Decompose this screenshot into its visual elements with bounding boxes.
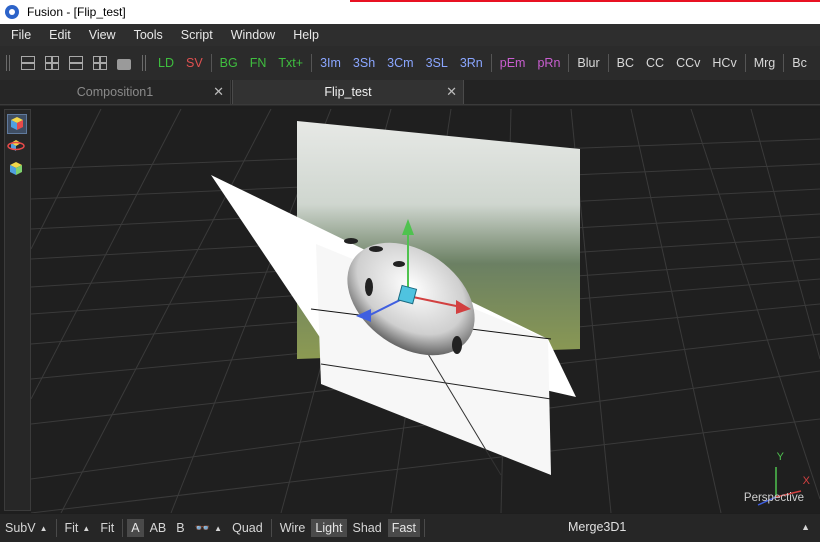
viewer-side-toolbar	[4, 109, 31, 511]
tool-button-txt[interactable]: Txt+	[272, 56, 309, 70]
tool-button-bc[interactable]: Bc	[786, 56, 813, 70]
window-title: Fusion - [Flip_test]	[27, 5, 126, 19]
layout-quad-icon[interactable]	[45, 56, 59, 70]
fusion-logo-icon	[5, 5, 19, 19]
subview-label: SubV	[5, 521, 36, 535]
triangle-up-icon: ▲	[82, 523, 91, 533]
toolbar-separator	[607, 54, 609, 72]
tool-button-3rn[interactable]: 3Rn	[454, 56, 489, 70]
divider	[270, 519, 272, 537]
cube-icon[interactable]	[7, 114, 27, 134]
shadow-toggle[interactable]: Shad	[349, 519, 386, 537]
buffer-a-button[interactable]: A	[127, 519, 144, 537]
tool-button-3im[interactable]: 3Im	[314, 56, 347, 70]
view-type-label[interactable]: Perspective	[744, 492, 804, 504]
light-toggle[interactable]: Light	[311, 519, 347, 537]
object-light-icon[interactable]	[7, 160, 27, 180]
tab-flip-test[interactable]: Flip_test ✕	[232, 80, 464, 104]
print-icon[interactable]	[117, 58, 131, 70]
fit-menu-button[interactable]: Fit ▲	[61, 519, 95, 537]
tool-button-3sh[interactable]: 3Sh	[347, 56, 381, 70]
tool-button-pem[interactable]: pEm	[494, 56, 532, 70]
menu-edit[interactable]: Edit	[38, 28, 78, 42]
menu-tools[interactable]: Tools	[123, 28, 170, 42]
toolbar-separator	[490, 54, 492, 72]
menu-file[interactable]: File	[0, 28, 38, 42]
menu-bar: File Edit View Tools Script Window Help	[0, 24, 820, 46]
tool-button-bg[interactable]: BG	[214, 56, 244, 70]
buffer-b-button[interactable]: B	[172, 519, 188, 537]
divider	[424, 519, 426, 537]
viewer-panel: Y X Perspective	[0, 106, 820, 514]
tool-button-ccv[interactable]: CCv	[670, 56, 706, 70]
axis-y-label: Y	[776, 451, 784, 463]
glasses-icon: 👓	[194, 520, 211, 535]
divider	[55, 519, 57, 537]
tool-button-3sl[interactable]: 3SL	[420, 56, 454, 70]
3d-viewport[interactable]: Y X Perspective	[31, 109, 820, 513]
menu-help[interactable]: Help	[282, 28, 326, 42]
tab-label: Flip_test	[324, 85, 372, 99]
toolbar-grip-2[interactable]	[142, 55, 146, 71]
toolbar-separator	[210, 54, 212, 72]
tool-button-sv[interactable]: SV	[180, 56, 209, 70]
tool-button-bc[interactable]: BC	[611, 56, 640, 70]
tool-button-blur[interactable]: Blur	[571, 56, 605, 70]
toolbar-separator	[311, 54, 313, 72]
composition-tabs: Composition1 ✕ Flip_test ✕	[0, 80, 820, 105]
menu-window[interactable]: Window	[220, 28, 282, 42]
tool-button-fn[interactable]: FN	[244, 56, 273, 70]
title-bar: Fusion - [Flip_test]	[0, 0, 820, 24]
close-icon[interactable]: ✕	[213, 84, 224, 100]
camera-orbit-icon[interactable]	[7, 137, 27, 157]
quad-button[interactable]: Quad	[228, 519, 267, 537]
tab-composition1[interactable]: Composition1 ✕	[0, 80, 231, 104]
wire-toggle[interactable]: Wire	[276, 519, 310, 537]
tool-button-ld[interactable]: LD	[152, 56, 180, 70]
tool-button-prn[interactable]: pRn	[531, 56, 566, 70]
menu-script[interactable]: Script	[170, 28, 220, 42]
subview-button[interactable]: SubV ▲	[1, 519, 52, 537]
toolbar: LD SV BG FN Txt+ 3Im 3Sh 3Cm 3SL 3Rn pEm pRn Blur BC C…	[0, 48, 820, 78]
triangle-up-icon: ▲	[214, 523, 223, 533]
scene-render	[31, 109, 820, 513]
layout-split-icon[interactable]	[69, 56, 83, 70]
toolbar-grip[interactable]	[6, 55, 10, 71]
layout-grid-icon[interactable]	[93, 56, 107, 70]
buffer-ab-button[interactable]: AB	[146, 519, 171, 537]
tab-label: Composition1	[76, 85, 154, 99]
axis-x-label: X	[802, 475, 810, 487]
viewer-status-bar: SubV ▲ Fit ▲ Fit A AB B 👓 ▲ Quad Wire Light…	[0, 514, 820, 542]
tool-button-hcv[interactable]: HCv	[706, 56, 742, 70]
tool-button-3cm[interactable]: 3Cm	[381, 56, 419, 70]
tool-button-cc[interactable]: CC	[640, 56, 670, 70]
toolbar-separator	[568, 54, 570, 72]
fit-button[interactable]: Fit	[96, 519, 118, 537]
current-tool-label: Merge3D1	[568, 520, 627, 534]
fast-toggle[interactable]: Fast	[387, 519, 421, 537]
layout-single-icon[interactable]	[21, 56, 35, 70]
toolbar-separator	[744, 54, 746, 72]
tool-button-mrg[interactable]: Mrg	[748, 56, 782, 70]
title-bar-accent	[350, 0, 820, 2]
menu-view[interactable]: View	[78, 28, 123, 42]
close-icon[interactable]: ✕	[446, 84, 457, 100]
triangle-up-icon: ▲	[39, 523, 48, 533]
triangle-up-icon[interactable]: ▲	[801, 522, 810, 532]
gizmo-center-icon	[397, 284, 418, 305]
fit-label: Fit	[64, 521, 79, 535]
stereo-button[interactable]: 👓 ▲	[191, 519, 227, 538]
toolbar-separator	[783, 54, 785, 72]
divider	[122, 519, 124, 537]
